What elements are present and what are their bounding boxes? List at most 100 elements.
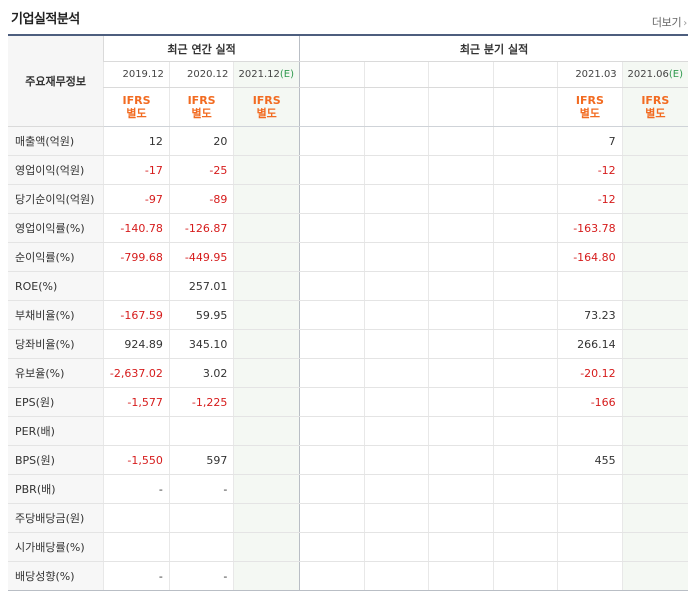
quarter-value-cell: 7 (557, 126, 623, 156)
row-label: 당좌비율(%) (8, 329, 104, 359)
row-label: BPS(원) (8, 445, 104, 475)
ifrs-label: 별도 (191, 107, 212, 120)
quarter-value-cell (492, 416, 558, 446)
quarter-value-cell (492, 445, 558, 475)
quarter-value-cell (363, 387, 429, 417)
quarter-value-cell (557, 503, 623, 533)
annual-value-cell (233, 126, 300, 156)
quarter-value-cell (299, 184, 365, 214)
annual-value-cell: -1,577 (103, 387, 170, 417)
accounting-standard-cell (363, 87, 429, 127)
ifrs-label: 별도 (256, 107, 277, 120)
quarter-value-cell (299, 300, 365, 330)
quarter-value-cell (428, 300, 494, 330)
quarter-value-cell (492, 213, 558, 243)
table-row: 주당배당금(원) (8, 503, 688, 533)
annual-value-cell (233, 387, 300, 417)
ifrs-label: IFRS (122, 94, 151, 107)
quarter-period-header (492, 61, 558, 88)
ifrs-label: IFRS (575, 94, 604, 107)
annual-value-cell: 345.10 (168, 329, 234, 359)
annual-group-header: 최근 연간 실적 (103, 35, 300, 62)
quarter-value-cell (299, 561, 365, 591)
annual-value-cell: 597 (168, 445, 234, 475)
quarter-value-cell (621, 387, 688, 417)
annual-value-cell: -799.68 (103, 242, 170, 272)
quarter-value-cell (428, 503, 494, 533)
quarter-value-cell: 73.23 (557, 300, 623, 330)
table-row: PBR(배) - - (8, 474, 688, 504)
quarter-value-cell (299, 416, 365, 446)
period-label: 2021.06 (627, 69, 669, 80)
quarter-value-cell (428, 184, 494, 214)
annual-value-cell (233, 271, 300, 301)
row-label: 주당배당금(원) (8, 503, 104, 533)
annual-value-cell: -2,637.02 (103, 358, 170, 388)
table-row: ROE(%) 257.01 (8, 271, 688, 301)
annual-value-cell (233, 416, 300, 446)
table-row: 순이익률(%) -799.68 -449.95 -164.80 (8, 242, 688, 272)
period-label: 2021.12 (238, 69, 280, 80)
annual-value-cell: - (103, 474, 170, 504)
period-label: 2021.03 (575, 69, 617, 80)
quarter-value-cell (492, 300, 558, 330)
row-label: 유보율(%) (8, 358, 104, 388)
annual-value-cell: -89 (168, 184, 234, 214)
quarter-value-cell (492, 242, 558, 272)
quarter-value-cell (428, 271, 494, 301)
quarter-value-cell (428, 213, 494, 243)
annual-value-cell (233, 329, 300, 359)
quarter-value-cell (428, 561, 494, 591)
more-label: 더보기 (651, 16, 682, 29)
accounting-standard-cell: IFRS 별도 (168, 87, 234, 127)
ifrs-label: IFRS (187, 94, 216, 107)
quarter-value-cell (428, 474, 494, 504)
annual-value-cell (103, 416, 170, 446)
more-link[interactable]: 더보기 › (652, 14, 687, 30)
quarter-value-cell (299, 445, 365, 475)
annual-value-cell: - (168, 561, 234, 591)
row-label: 시가배당률(%) (8, 532, 104, 562)
quarter-period-header (363, 61, 429, 88)
quarter-value-cell (299, 126, 365, 156)
row-label: 배당성향(%) (8, 561, 104, 591)
quarter-value-cell (492, 184, 558, 214)
accounting-standard-cell (492, 87, 558, 127)
table-row: BPS(원) -1,550 597 455 (8, 445, 688, 475)
quarter-value-cell (492, 474, 558, 504)
quarter-value-cell: 455 (557, 445, 623, 475)
annual-value-cell (103, 271, 170, 301)
annual-period-header: 2021.12(E) (233, 61, 300, 88)
quarter-value-cell (428, 445, 494, 475)
quarter-value-cell (492, 126, 558, 156)
quarter-period-header (428, 61, 494, 88)
annual-value-cell (233, 561, 300, 591)
quarter-value-cell (557, 561, 623, 591)
quarter-value-cell (299, 213, 365, 243)
annual-value-cell: -167.59 (103, 300, 170, 330)
quarter-value-cell: -166 (557, 387, 623, 417)
annual-value-cell (168, 503, 234, 533)
annual-value-cell (233, 532, 300, 562)
accounting-standard-cell (428, 87, 494, 127)
quarter-value-cell (557, 474, 623, 504)
quarter-value-cell (621, 561, 688, 591)
quarter-value-cell (621, 416, 688, 446)
quarter-value-cell (299, 387, 365, 417)
row-label: 매출액(억원) (8, 126, 104, 156)
quarter-value-cell (363, 271, 429, 301)
table-row: 당좌비율(%) 924.89 345.10 266.14 (8, 329, 688, 359)
annual-period-header: 2020.12 (168, 61, 234, 88)
annual-value-cell: - (103, 561, 170, 591)
annual-value-cell (233, 300, 300, 330)
section-header: 기업실적분석 더보기 › (0, 0, 696, 34)
annual-value-cell: 257.01 (168, 271, 234, 301)
quarter-period-header: 2021.06(E) (621, 61, 688, 88)
quarter-value-cell (428, 242, 494, 272)
quarter-value-cell (363, 474, 429, 504)
annual-value-cell: -97 (103, 184, 170, 214)
estimate-marker: (E) (279, 69, 295, 80)
quarter-value-cell (621, 184, 688, 214)
quarter-value-cell (557, 532, 623, 562)
accounting-standard-cell (299, 87, 365, 127)
